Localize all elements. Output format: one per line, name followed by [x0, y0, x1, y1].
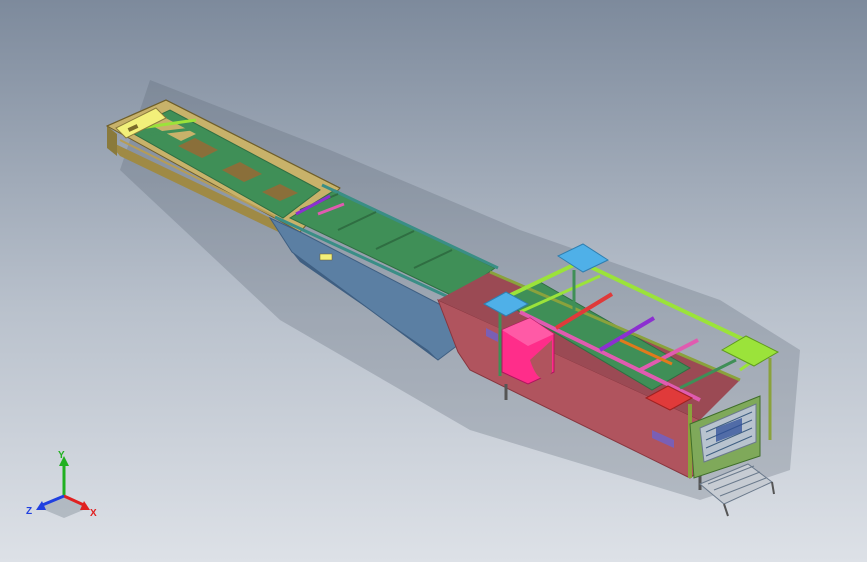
- cad-viewport[interactable]: Y X Z: [0, 0, 867, 562]
- middle-tag: [319, 253, 333, 261]
- y-axis-label: Y: [58, 450, 65, 461]
- x-axis-label: X: [90, 508, 97, 519]
- conveyor-assembly-model[interactable]: [0, 0, 867, 562]
- triad-base: [40, 496, 88, 518]
- orientation-triad[interactable]: Y X Z: [22, 448, 106, 524]
- z-axis-label: Z: [26, 506, 32, 517]
